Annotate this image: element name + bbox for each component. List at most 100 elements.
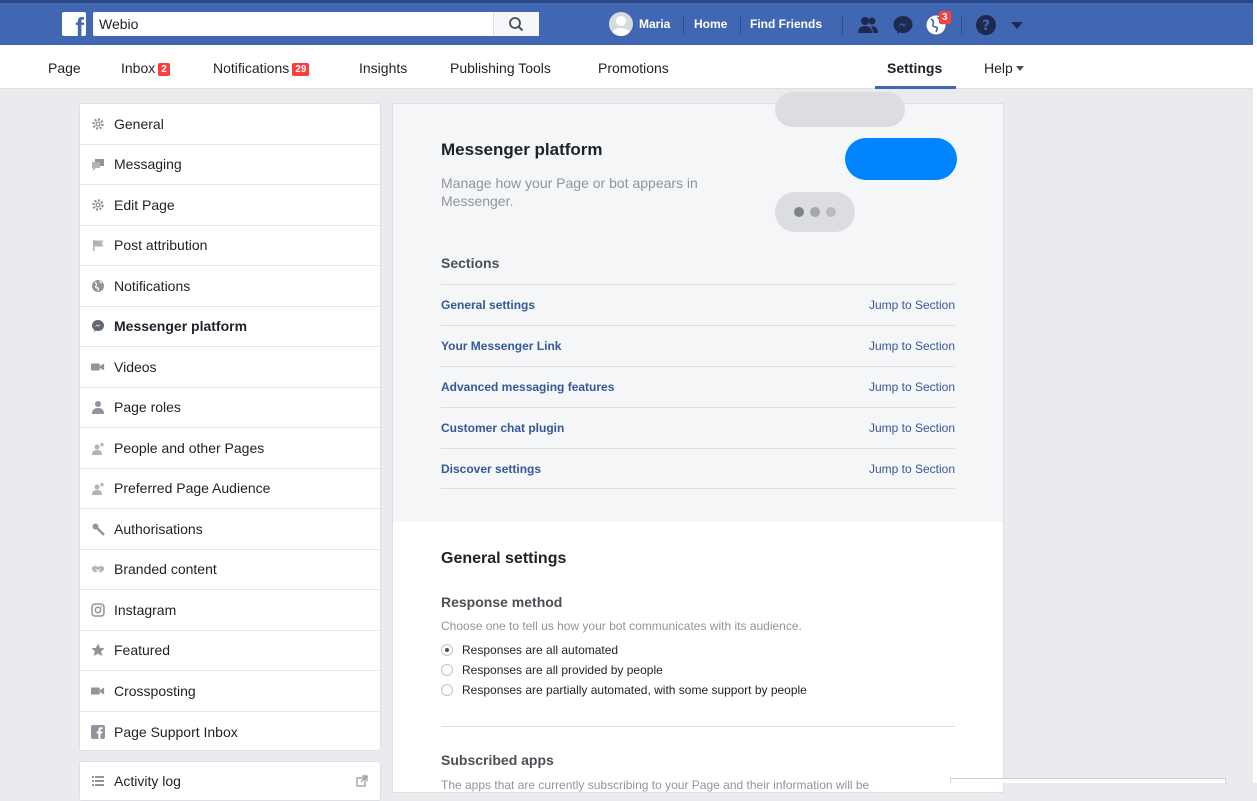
tab-label: Notifications [213,60,290,76]
tab-settings[interactable]: Settings [887,60,942,76]
sidebar-item-label: Instagram [114,601,177,618]
radio-button[interactable] [441,684,453,696]
search-input[interactable] [93,12,493,36]
sidebar-item-page-support-inbox[interactable]: Page Support Inbox [80,712,380,753]
tab-inbox[interactable]: Inbox 2 [121,60,170,76]
inbox-count-badge: 2 [158,63,170,76]
jump-to-section-link[interactable]: Jump to Section [869,462,955,476]
divider [441,726,955,727]
sidebar-item-messenger-platform[interactable]: Messenger platform [80,307,380,347]
sidebar-item-featured[interactable]: Featured [80,631,380,671]
messenger-icon[interactable] [892,14,914,36]
sidebar-item-preferred-page-audience[interactable]: Preferred Page Audience [80,469,380,509]
sidebar-item-people-and-other-pages[interactable]: People and other Pages [80,428,380,469]
tab-insights[interactable]: Insights [359,60,407,76]
chat-tab-edge[interactable] [950,778,1226,783]
avatar[interactable] [609,12,633,36]
subscribed-apps-heading: Subscribed apps [441,752,554,768]
section-row: Your Messenger Link Jump to Section [441,325,955,366]
home-link[interactable]: Home [694,17,727,31]
response-option-partial[interactable]: Responses are partially automated, with … [441,683,807,697]
tab-label: Settings [887,60,943,76]
sidebar-item-general[interactable]: General [80,104,380,145]
profile-link[interactable]: Maria [639,17,670,31]
sidebar-item-label: Post attribution [114,237,208,254]
sidebar-item-label: Authorisations [114,520,203,537]
sidebar-item-crossposting[interactable]: Crossposting [80,671,380,712]
tab-help[interactable]: Help [984,60,1024,76]
sidebar-item-authorisations[interactable]: Authorisations [80,509,380,550]
radio-button[interactable] [441,664,453,676]
chat-bubble-illustration [775,92,905,127]
video-icon [91,687,105,695]
tab-notifications[interactable]: Notifications 29 [213,60,310,76]
find-friends-link[interactable]: Find Friends [750,17,822,31]
section-row: Customer chat plugin Jump to Section [441,407,955,448]
response-option-people[interactable]: Responses are all provided by people [441,663,663,677]
page-tabs: Page Inbox 2 Notifications 29 Insights Pub… [0,45,1253,89]
response-method-heading: Response method [441,594,563,610]
section-link-messenger-link[interactable]: Your Messenger Link [441,339,561,353]
tab-page[interactable]: Page [48,60,81,76]
chevron-down-icon [1015,66,1024,71]
friend-requests-icon[interactable] [857,14,879,36]
list-icon [92,776,104,786]
sidebar-item-label: Page Support Inbox [114,723,238,740]
radio-label: Responses are all provided by people [462,663,663,677]
svg-text:?: ? [982,18,990,34]
sidebar-item-notifications[interactable]: Notifications [80,266,380,307]
response-option-automated[interactable]: Responses are all automated [441,643,618,657]
section-link-advanced-messaging[interactable]: Advanced messaging features [441,380,614,394]
person-icon [92,401,104,415]
messenger-platform-panel: Messenger platform Manage how your Page … [392,92,1004,793]
section-row: Discover settings Jump to Section [441,448,955,489]
sidebar-item-post-attribution[interactable]: Post attribution [80,226,380,266]
typing-dot [810,207,820,217]
sidebar-item-edit-page[interactable]: Edit Page [80,185,380,226]
notifications-count-badge: 29 [292,63,310,76]
person-star-icon [92,441,105,455]
star-icon [91,643,105,657]
subscribed-apps-description: The apps that are currently subscribing … [441,778,870,792]
jump-to-section-link[interactable]: Jump to Section [869,421,955,435]
chevron-down-icon[interactable] [1006,14,1028,36]
tab-label: Inbox [121,60,156,76]
sidebar-item-label: People and other Pages [114,439,265,456]
divider [683,15,684,35]
sidebar-item-instagram[interactable]: Instagram [80,590,380,631]
external-link-icon[interactable] [356,775,368,787]
search-button[interactable] [493,12,539,36]
messenger-icon [92,320,104,333]
section-link-discover-settings[interactable]: Discover settings [441,462,541,476]
search-icon [509,17,524,32]
window-edge [1253,0,1257,783]
facebook-logo-icon[interactable]: f [62,12,86,36]
gear-icon [92,118,104,130]
notifications-count-badge: 3 [939,11,951,24]
typing-dot [826,207,836,217]
sidebar-item-label: Messaging [114,156,182,173]
sidebar-item-branded-content[interactable]: Branded content [80,550,380,590]
typing-indicator-illustration [775,192,855,232]
jump-to-section-link[interactable]: Jump to Section [869,339,955,353]
help-icon[interactable]: ? [975,14,997,36]
sidebar-item-page-roles[interactable]: Page roles [80,388,380,428]
sidebar-item-videos[interactable]: Videos [80,347,380,388]
sidebar-item-label: Featured [114,642,171,659]
section-link-customer-chat-plugin[interactable]: Customer chat plugin [441,421,564,435]
chat-bubble-illustration [845,138,957,180]
jump-to-section-link[interactable]: Jump to Section [869,298,955,312]
radio-button[interactable] [441,644,453,656]
jump-to-section-link[interactable]: Jump to Section [869,380,955,394]
tab-publishing-tools[interactable]: Publishing Tools [450,60,551,76]
sidebar-item-messaging[interactable]: Messaging [80,145,380,185]
tab-promotions[interactable]: Promotions [598,60,669,76]
section-link-general-settings[interactable]: General settings [441,298,535,312]
typing-dot [794,207,804,217]
handshake-icon [91,565,105,573]
sidebar-item-activity-log[interactable]: Activity log [79,761,381,801]
sidebar-item-label: Page roles [114,399,181,416]
tab-label: Help [984,60,1013,76]
instagram-icon [91,603,105,617]
gear-icon [92,199,104,211]
